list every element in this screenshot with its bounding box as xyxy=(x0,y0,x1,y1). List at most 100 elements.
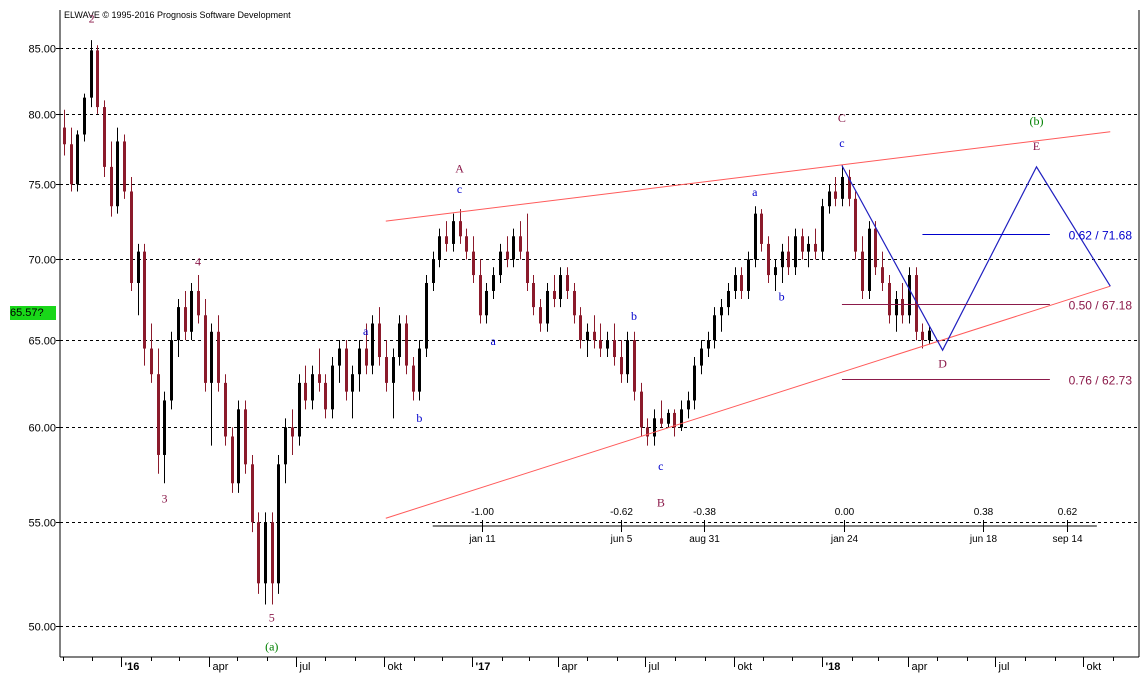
candle-body xyxy=(358,348,361,375)
candle-body xyxy=(405,323,408,366)
wave-label: c xyxy=(839,136,844,150)
candle-body xyxy=(445,236,448,244)
candle-body xyxy=(351,374,354,392)
candle-body xyxy=(727,290,730,308)
candle-body xyxy=(425,282,428,349)
x-tick-label: apr xyxy=(213,661,229,673)
candle-body xyxy=(465,236,468,252)
candle-body xyxy=(398,323,401,358)
candle-body xyxy=(224,382,227,437)
x-tick-label: okt xyxy=(738,661,753,673)
candle-body xyxy=(190,290,193,332)
y-tick-label: 75.00 xyxy=(28,180,56,192)
wave-label: D xyxy=(938,356,947,370)
candle-body xyxy=(660,418,663,424)
candle-body xyxy=(740,275,743,291)
wave-label: a xyxy=(363,324,369,338)
y-tick-label: 65.00 xyxy=(28,336,56,348)
candle-body xyxy=(512,236,515,260)
wave-label: b xyxy=(631,309,637,323)
y-tick-label: 50.00 xyxy=(28,622,56,634)
candle-body xyxy=(888,282,891,316)
candle-body xyxy=(365,348,368,366)
candle-body xyxy=(613,340,616,358)
x-tick-label: okt xyxy=(1087,661,1102,673)
time-ratio-value: 0.38 xyxy=(974,507,994,518)
candle-body xyxy=(284,427,287,465)
wave-label: C xyxy=(838,111,846,125)
time-ratio-date: jan 24 xyxy=(830,534,859,545)
y-tick-label: 55.00 xyxy=(28,518,56,530)
candle-body xyxy=(774,267,777,276)
wave-label: B xyxy=(657,495,665,509)
candle-body xyxy=(257,522,260,584)
wave-label: (b) xyxy=(1029,114,1043,128)
wave-label: 3 xyxy=(161,492,167,506)
x-tick-label: apr xyxy=(562,661,578,673)
candle-body xyxy=(586,331,589,341)
wave-label: (a) xyxy=(265,639,278,653)
candle-body xyxy=(834,191,837,199)
fib-level-label: 0.62 / 71.68 xyxy=(1069,229,1133,243)
candle-body xyxy=(271,522,274,584)
candle-body xyxy=(566,275,569,291)
candle-body xyxy=(291,427,294,437)
candle-body xyxy=(378,323,381,358)
candle-body xyxy=(137,251,140,283)
x-tick-label: '18 xyxy=(826,661,841,673)
price-chart: 85.0080.0075.0070.0065.0060.0055.0050.00… xyxy=(28,10,1140,673)
trendline xyxy=(385,131,1111,222)
candle-body xyxy=(767,243,770,276)
candle-body xyxy=(96,50,99,108)
candle-body xyxy=(539,307,542,324)
candle-body xyxy=(807,243,810,252)
candle-body xyxy=(197,290,200,316)
candle-body xyxy=(606,340,609,349)
candle-body xyxy=(70,144,73,185)
candle-body xyxy=(90,50,93,98)
candle-body xyxy=(553,290,556,300)
candle-body xyxy=(747,259,750,291)
candle-body xyxy=(734,275,737,291)
candle-body xyxy=(532,282,535,308)
candle-body xyxy=(633,340,636,392)
x-tick-label: okt xyxy=(388,661,403,673)
time-ratio-date: sep 14 xyxy=(1052,534,1082,545)
candle-body xyxy=(868,228,871,291)
candle-body xyxy=(304,382,307,401)
candle-body xyxy=(385,357,388,383)
time-ratio-value: -1.00 xyxy=(471,507,494,518)
candle-body xyxy=(217,331,220,383)
candle-body xyxy=(163,400,166,455)
time-ratio-value: -0.38 xyxy=(693,507,716,518)
candle-body xyxy=(928,330,931,341)
time-ratio-date: aug 31 xyxy=(689,534,720,545)
candle-body xyxy=(573,290,576,316)
candle-body xyxy=(821,206,824,252)
candle-body xyxy=(814,243,817,252)
candle-body xyxy=(83,97,86,135)
candle-body xyxy=(345,348,348,392)
fib-level-label: 0.50 / 67.18 xyxy=(1069,299,1133,313)
candle-body xyxy=(667,412,670,424)
candle-body xyxy=(901,299,904,316)
y-tick-label: 70.00 xyxy=(28,255,56,267)
trendline xyxy=(385,285,1111,519)
candle-body xyxy=(116,141,119,207)
candle-body xyxy=(754,213,757,260)
wave-label: A xyxy=(455,162,464,176)
candle-body xyxy=(392,357,395,383)
candle-body xyxy=(854,198,857,252)
candle-body xyxy=(787,251,790,268)
candle-body xyxy=(63,127,66,145)
candle-body xyxy=(130,191,133,283)
wave-label: a xyxy=(752,185,758,199)
time-ratio-date: jan 11 xyxy=(468,534,496,545)
candle-body xyxy=(861,251,864,291)
candle-body xyxy=(626,340,629,375)
wave-label: c xyxy=(658,459,663,473)
candle-body xyxy=(264,522,267,584)
candle-body xyxy=(103,107,106,167)
candle-body xyxy=(707,340,710,349)
candle-body xyxy=(251,464,254,523)
